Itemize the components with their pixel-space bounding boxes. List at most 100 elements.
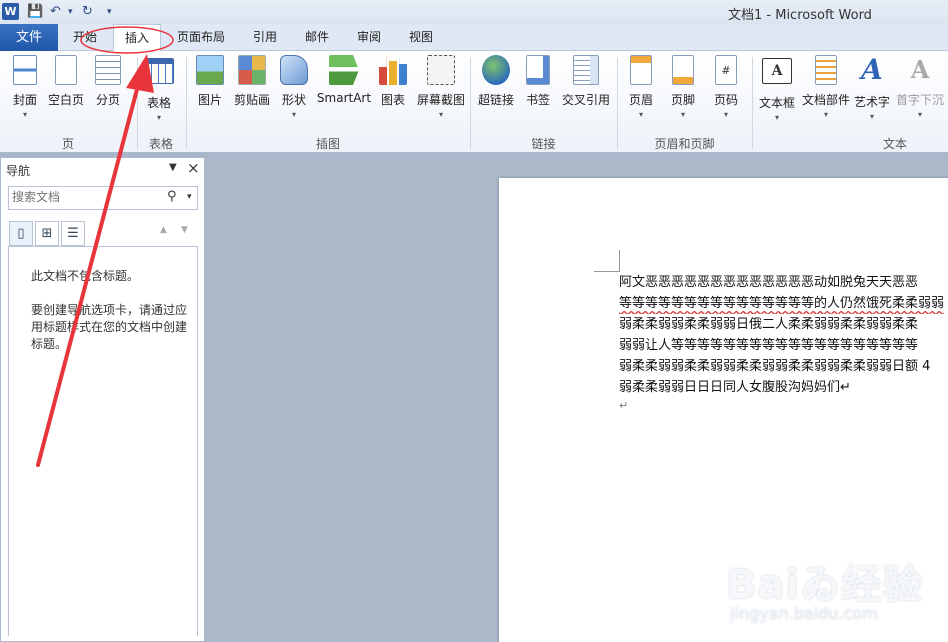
close-icon[interactable]: ×: [187, 159, 200, 177]
title-bar: W 💾 ↶ ▾ ↻ ▾ 文档1 - Microsoft Word: [0, 0, 948, 24]
tab-page-layout[interactable]: 页面布局: [168, 24, 234, 51]
group-label-header-footer: 页眉和页脚: [654, 137, 715, 151]
word-logo-icon: W: [2, 3, 19, 20]
search-input[interactable]: [12, 190, 162, 204]
tab-file[interactable]: 文件: [0, 24, 58, 51]
bookmark-button[interactable]: 书签: [522, 55, 554, 108]
chevron-down-icon: ▾: [291, 110, 296, 119]
group-label-tables: 表格: [148, 137, 173, 151]
shapes-icon: [280, 55, 308, 85]
text-box-button[interactable]: A 文本框 ▾: [756, 55, 798, 122]
text-line: 弱柔柔弱弱柔柔弱弱日俄二人柔柔弱弱柔柔弱弱柔柔: [619, 317, 919, 332]
redo-icon[interactable]: ↻: [82, 4, 93, 20]
tab-review[interactable]: 审阅: [348, 24, 390, 51]
chevron-down-icon: ▾: [438, 110, 443, 119]
page-number-button[interactable]: # 页码 ▾: [708, 55, 744, 119]
baidu-watermark: Baiゐ经验 jingyan.baidu.com: [726, 548, 946, 640]
bookmark-icon: [526, 55, 550, 85]
wordart-icon: A: [861, 53, 883, 86]
window-title: 文档1 - Microsoft Word: [728, 8, 872, 23]
picture-icon: [196, 55, 224, 85]
chevron-down-icon: ▾: [823, 110, 828, 119]
search-icon[interactable]: ⚲: [167, 189, 177, 204]
chevron-down-icon: ▾: [156, 113, 161, 122]
chevron-down-icon: ▾: [774, 113, 779, 122]
pages-grid-icon: ⊞: [41, 226, 53, 241]
header-icon: [630, 55, 652, 85]
quick-parts-button[interactable]: 文档部件 ▾: [800, 55, 852, 119]
page-break-button[interactable]: 分页: [90, 55, 126, 108]
chart-button[interactable]: 图表: [376, 55, 410, 108]
quick-parts-icon: [815, 55, 837, 85]
screenshot-button[interactable]: 屏幕截图 ▾: [414, 55, 468, 119]
wordart-button[interactable]: A 艺术字 ▾: [852, 53, 892, 122]
ribbon: 封面 ▾ 空白页 分页 表格 ▾ 图片 剪贴画 形状 ▾ SmartArt 图表 屏幕…: [0, 51, 948, 153]
table-button[interactable]: 表格 ▾: [140, 55, 178, 122]
cover-page-icon: [13, 55, 37, 85]
tab-references[interactable]: 引用: [244, 24, 286, 51]
smartart-button[interactable]: SmartArt: [316, 55, 372, 105]
page-number-icon: #: [715, 55, 737, 85]
undo-icon[interactable]: ↶: [50, 4, 61, 20]
customize-toolbar-icon[interactable]: ▾: [107, 4, 112, 20]
chevron-down-icon: ▾: [680, 110, 685, 119]
no-headings-message: 此文档不包含标题。: [31, 269, 140, 283]
ribbon-tabs: 文件 开始 插入 页面布局 引用 邮件 审阅 视图: [0, 24, 948, 52]
hyperlink-button[interactable]: 超链接: [476, 55, 516, 108]
shapes-button[interactable]: 形状 ▾: [278, 55, 310, 119]
footer-icon: [672, 55, 694, 85]
drop-cap-icon: A: [910, 55, 930, 84]
drop-cap-button[interactable]: A 首字下沉 ▾: [894, 55, 946, 119]
tab-pages[interactable]: ⊞: [35, 221, 59, 246]
results-icon: ☰: [67, 226, 79, 241]
save-icon[interactable]: 💾: [27, 4, 43, 20]
blank-page-button[interactable]: 空白页: [46, 55, 86, 108]
nav-content: 此文档不包含标题。 要创建导航选项卡，请通过应用标题样式在您的文档中创建标题。: [8, 246, 198, 636]
headings-icon: ▯: [17, 226, 25, 241]
next-arrow-icon[interactable]: ▼: [181, 225, 188, 235]
text-line: 等等等等等等等等等等等等等等等的人仍然饿死柔柔弱弱: [619, 296, 945, 311]
navigation-pane: 导航 ▼ × ⚲ ▾ ▯ ⊞ ☰ ▲ ▼ 此文档不包含标题。 要创建导航选项卡，…: [0, 157, 205, 642]
group-label-links: 链接: [531, 137, 556, 151]
watermark-logo: Baiゐ经验: [726, 562, 924, 608]
chevron-down-icon[interactable]: ▾: [187, 192, 192, 202]
tab-results[interactable]: ☰: [61, 221, 85, 246]
margin-crop-mark: [594, 250, 620, 272]
header-button[interactable]: 页眉 ▾: [624, 55, 658, 119]
nav-pane-title: 导航: [6, 164, 31, 178]
text-line: 弱弱让人等等等等等等等等等等等等等等等等等等等: [619, 338, 919, 353]
chevron-down-icon: ▾: [22, 110, 27, 119]
previous-arrow-icon[interactable]: ▲: [160, 225, 167, 235]
chevron-down-icon: ▾: [638, 110, 643, 119]
search-box: ⚲ ▾: [8, 186, 198, 210]
cover-page-button[interactable]: 封面 ▾: [6, 55, 44, 119]
nav-options-icon[interactable]: ▼: [169, 162, 177, 173]
create-headings-hint: 要创建导航选项卡，请通过应用标题样式在您的文档中创建标题。: [31, 303, 188, 351]
clip-art-button[interactable]: 剪贴画: [232, 55, 272, 108]
text-line: 阿文恶恶恶恶恶恶恶恶恶恶恶恶恶动如脱兔天天恶恶: [619, 275, 919, 290]
smartart-icon: [329, 55, 359, 85]
picture-button[interactable]: 图片: [192, 55, 228, 108]
document-text[interactable]: 阿文恶恶恶恶恶恶恶恶恶恶恶恶恶动如脱兔天天恶恶 等等等等等等等等等等等等等等等的…: [619, 272, 948, 398]
undo-dropdown-icon[interactable]: ▾: [68, 4, 73, 20]
group-label-illustrations: 插图: [315, 137, 340, 151]
text-line: 弱柔柔弱弱日日日同人女腹股沟妈妈们↵: [619, 380, 851, 395]
tab-insert[interactable]: 插入: [113, 24, 161, 52]
watermark-url: jingyan.baidu.com: [730, 604, 878, 623]
chevron-down-icon: ▾: [917, 110, 922, 119]
text-line: 弱柔柔弱弱柔柔弱弱柔柔弱弱柔柔弱弱柔柔弱弱日额 4: [619, 359, 931, 374]
cross-reference-button[interactable]: 交叉引用: [560, 55, 612, 108]
tab-view[interactable]: 视图: [400, 24, 442, 51]
screenshot-icon: [427, 55, 455, 85]
tab-home[interactable]: 开始: [60, 24, 110, 51]
group-label-text: 文本: [882, 137, 907, 151]
cross-reference-icon: [573, 55, 599, 85]
footer-button[interactable]: 页脚 ▾: [666, 55, 700, 119]
chevron-down-icon: ▾: [869, 112, 874, 121]
text-box-icon: A: [762, 58, 792, 84]
chevron-down-icon: ▾: [723, 110, 728, 119]
clip-art-icon: [238, 55, 266, 85]
tab-mailings[interactable]: 邮件: [296, 24, 338, 51]
tab-headings[interactable]: ▯: [9, 221, 33, 246]
group-label-pages: 页: [61, 137, 74, 151]
